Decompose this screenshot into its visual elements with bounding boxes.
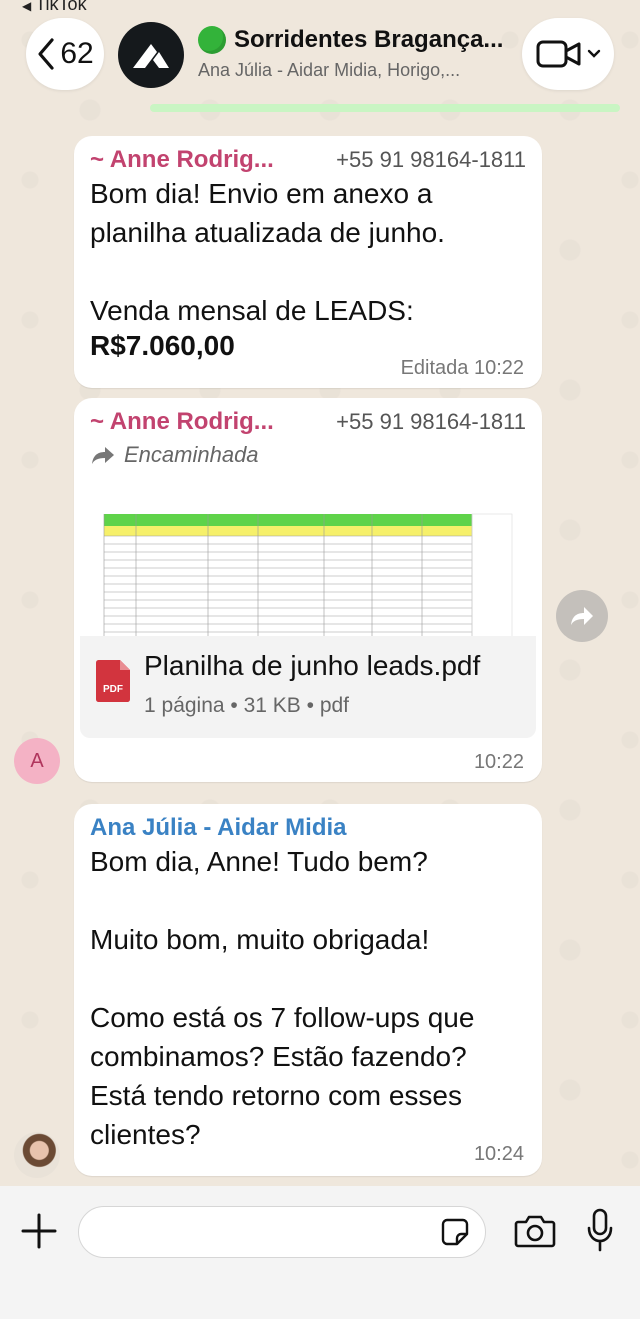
back-button[interactable]: 62 bbox=[26, 18, 104, 90]
message-time: 10:22 bbox=[473, 751, 524, 773]
message-time: Editada 10:22 bbox=[400, 357, 524, 379]
message-input-bar bbox=[0, 1186, 640, 1319]
chevron-left-icon bbox=[38, 38, 54, 70]
forward-message-button[interactable] bbox=[556, 590, 608, 642]
pdf-file-icon: PDF bbox=[96, 660, 130, 702]
sticker-icon[interactable] bbox=[441, 1218, 469, 1246]
spreadsheet-preview-image bbox=[103, 513, 513, 638]
message-bubble-file[interactable]: ~ Anne Rodrig... +55 91 98164-1811 Encam… bbox=[74, 398, 542, 782]
forwarded-label: Encaminhada bbox=[124, 442, 259, 467]
unread-count: 62 bbox=[60, 37, 94, 70]
message-bubble[interactable]: Ana Júlia - Aidar Midia Bom dia, Anne! T… bbox=[74, 804, 542, 1176]
sender-name[interactable]: Ana Júlia - Aidar Midia bbox=[90, 814, 347, 842]
chevron-down-icon bbox=[587, 49, 601, 58]
group-avatar[interactable] bbox=[118, 22, 184, 88]
chat-header: 62 Sorridentes Bragança... Ana Júlia - A… bbox=[0, 0, 640, 112]
sender-avatar-photo[interactable] bbox=[14, 1132, 60, 1178]
file-meta: 1 página • 31 KB • pdf bbox=[144, 694, 350, 717]
sender-phone: +55 91 98164-1811 bbox=[336, 147, 526, 172]
chat-title-area[interactable]: Sorridentes Bragança... Ana Júlia - Aida… bbox=[198, 26, 512, 81]
pdf-icon-label: PDF bbox=[103, 684, 123, 695]
plus-icon[interactable] bbox=[20, 1212, 58, 1250]
message-text: Bom dia, Anne! Tudo bem? Muito bom, muit… bbox=[90, 846, 475, 1150]
message-bubble[interactable]: ~ Anne Rodrig... +55 91 98164-1811 Bom d… bbox=[74, 136, 542, 388]
message-text: Bom dia! Envio em anexo a planilha atual… bbox=[90, 178, 445, 326]
pdf-attachment[interactable]: PDF Planilha de junho leads.pdf 1 página… bbox=[80, 636, 536, 738]
video-call-button[interactable] bbox=[522, 18, 614, 90]
pinned-strip bbox=[150, 104, 620, 112]
file-name: Planilha de junho leads.pdf bbox=[144, 650, 481, 681]
share-arrow-icon bbox=[571, 607, 593, 625]
camera-icon[interactable] bbox=[514, 1212, 556, 1250]
green-circle-emoji-icon bbox=[198, 26, 226, 54]
pdf-preview-thumbnail[interactable] bbox=[80, 498, 536, 638]
video-camera-icon bbox=[536, 40, 581, 68]
sender-phone: +55 91 98164-1811 bbox=[336, 409, 526, 434]
forwarded-arrow-icon bbox=[92, 447, 114, 464]
sender-name[interactable]: ~ Anne Rodrig... bbox=[90, 146, 274, 174]
sender-avatar[interactable]: A bbox=[14, 738, 60, 784]
group-logo-icon bbox=[133, 44, 169, 68]
group-name: Sorridentes Bragança... bbox=[234, 26, 504, 53]
sender-name[interactable]: ~ Anne Rodrig... bbox=[90, 408, 274, 436]
microphone-icon[interactable] bbox=[586, 1208, 614, 1252]
participants-list: Ana Júlia - Aidar Midia, Horigo,... bbox=[198, 60, 461, 80]
message-time: 10:24 bbox=[473, 1143, 524, 1165]
message-input[interactable] bbox=[78, 1206, 486, 1258]
